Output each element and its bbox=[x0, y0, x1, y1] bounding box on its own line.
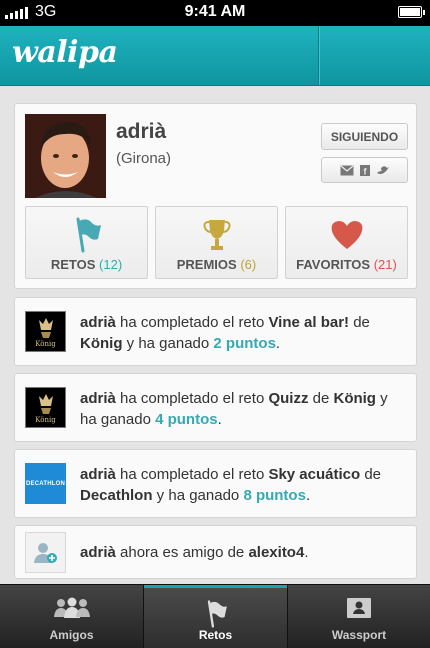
tab-wassport[interactable]: Wassport bbox=[288, 585, 430, 648]
id-card-icon bbox=[347, 598, 371, 618]
feed-item[interactable]: König adrià ha completado el reto Vine a… bbox=[14, 297, 417, 366]
tab-label: Amigos bbox=[49, 628, 94, 642]
retos-stat-button[interactable]: RETOS (12) bbox=[25, 206, 148, 279]
heart-icon bbox=[331, 221, 362, 249]
feed-item[interactable]: König adrià ha completado el reto Quizz … bbox=[14, 373, 417, 442]
feed-item[interactable]: DECATHLON adrià ha completado el reto Sk… bbox=[14, 449, 417, 518]
flag-icon bbox=[207, 600, 227, 628]
feed-text: adrià ha completado el reto Quizz de Kön… bbox=[80, 390, 388, 428]
battery-icon bbox=[398, 6, 425, 18]
premios-stat-button[interactable]: PREMIOS (6) bbox=[155, 206, 278, 279]
profile-card: adrià (Girona) SIGUIENDO f RETOS (12) PR… bbox=[14, 103, 417, 289]
profile-location: (Girona) bbox=[116, 150, 172, 167]
profile-name: adrià bbox=[116, 120, 167, 143]
points-link[interactable]: 2 puntos bbox=[213, 335, 276, 352]
points-link[interactable]: 8 puntos bbox=[243, 487, 306, 504]
flag-icon bbox=[76, 217, 101, 253]
feed-item[interactable]: adrià ahora es amigo de alexito4. bbox=[14, 525, 417, 579]
facebook-icon: f bbox=[359, 164, 370, 176]
konig-logo: König bbox=[25, 311, 66, 352]
premios-count: (6) bbox=[240, 257, 257, 272]
tab-retos[interactable]: Retos bbox=[144, 585, 287, 648]
tab-amigos[interactable]: Amigos bbox=[0, 585, 143, 648]
following-button[interactable]: SIGUIENDO bbox=[321, 123, 408, 150]
konig-logo: König bbox=[25, 387, 66, 428]
header-action-button[interactable] bbox=[318, 26, 430, 85]
tab-label: Wassport bbox=[331, 628, 387, 642]
clock: 9:41 AM bbox=[184, 3, 246, 20]
mail-icon bbox=[340, 165, 353, 175]
add-friend-icon bbox=[25, 532, 66, 573]
feed-text: adrià ha completado el reto Vine al bar!… bbox=[80, 314, 370, 352]
favoritos-label: FAVORITOS bbox=[296, 257, 371, 272]
people-icon bbox=[53, 597, 90, 618]
feed-text: adrià ha completado el reto Sky acuático… bbox=[80, 466, 382, 504]
favoritos-count: (21) bbox=[373, 257, 397, 272]
trophy-icon bbox=[203, 220, 230, 250]
retos-label: RETOS bbox=[50, 257, 96, 272]
status-bar: 3G 9:41 AM bbox=[0, 0, 430, 26]
favoritos-stat-button[interactable]: FAVORITOS (21) bbox=[285, 206, 408, 279]
feed-text: adrià ahora es amigo de alexito4. bbox=[80, 544, 309, 561]
app-header: walipa bbox=[0, 26, 430, 86]
retos-count: (12) bbox=[99, 257, 123, 272]
decathlon-logo: DECATHLON bbox=[25, 463, 66, 504]
tab-bar: Amigos Retos Wassport bbox=[0, 584, 430, 648]
app-logo: walipa bbox=[12, 35, 118, 70]
twitter-icon bbox=[376, 165, 389, 174]
premios-label: PREMIOS bbox=[176, 257, 237, 272]
avatar[interactable] bbox=[25, 114, 106, 198]
points-link[interactable]: 4 puntos bbox=[155, 411, 218, 428]
share-button[interactable]: f bbox=[321, 157, 408, 183]
tab-label: Retos bbox=[198, 628, 233, 642]
